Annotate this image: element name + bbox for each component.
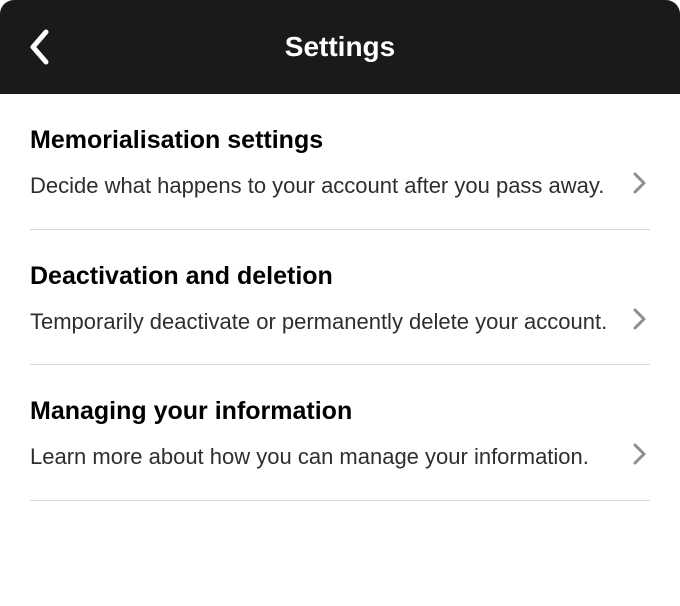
chevron-right-icon [633, 172, 646, 194]
header: Settings [0, 0, 680, 94]
setting-text: Memorialisation settings Decide what hap… [30, 126, 650, 201]
chevron-right-icon [633, 308, 646, 330]
setting-description: Decide what happens to your account afte… [30, 171, 610, 201]
setting-title: Memorialisation settings [30, 126, 610, 155]
chevron-right-icon [633, 443, 646, 465]
setting-description: Learn more about how you can manage your… [30, 442, 610, 472]
setting-text: Managing your information Learn more abo… [30, 397, 650, 472]
setting-text: Deactivation and deletion Temporarily de… [30, 262, 650, 337]
setting-description: Temporarily deactivate or permanently de… [30, 307, 610, 337]
chevron-left-icon [28, 29, 50, 65]
setting-title: Deactivation and deletion [30, 262, 610, 291]
setting-managing-information[interactable]: Managing your information Learn more abo… [30, 365, 650, 501]
setting-title: Managing your information [30, 397, 610, 426]
settings-list: Memorialisation settings Decide what hap… [0, 94, 680, 501]
setting-deactivation[interactable]: Deactivation and deletion Temporarily de… [30, 230, 650, 366]
back-button[interactable] [28, 29, 50, 65]
setting-memorialisation[interactable]: Memorialisation settings Decide what hap… [30, 94, 650, 230]
page-title: Settings [285, 31, 395, 63]
